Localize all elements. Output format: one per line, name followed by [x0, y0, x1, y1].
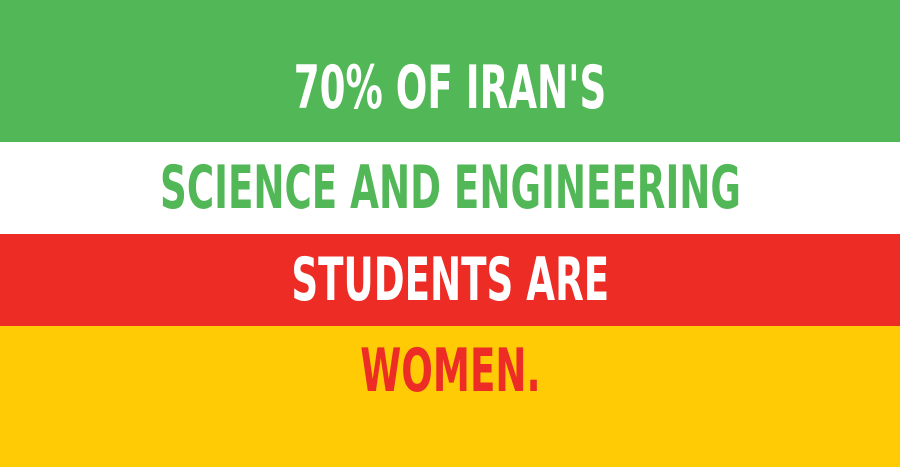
headline-line-4: WOMEN. — [359, 335, 541, 406]
headline-line-2: SCIENCE AND ENGINEERING — [159, 153, 741, 223]
white-band: SCIENCE AND ENGINEERING — [0, 142, 900, 234]
green-band: 70% OF IRAN'S — [0, 0, 900, 142]
headline-line-3: STUDENTS ARE — [291, 245, 609, 315]
yellow-band: WOMEN. — [0, 326, 900, 467]
flag-banner: 70% OF IRAN'S SCIENCE AND ENGINEERING ST… — [0, 0, 900, 467]
red-band: STUDENTS ARE — [0, 234, 900, 326]
headline-line-1: 70% OF IRAN'S — [293, 53, 607, 123]
